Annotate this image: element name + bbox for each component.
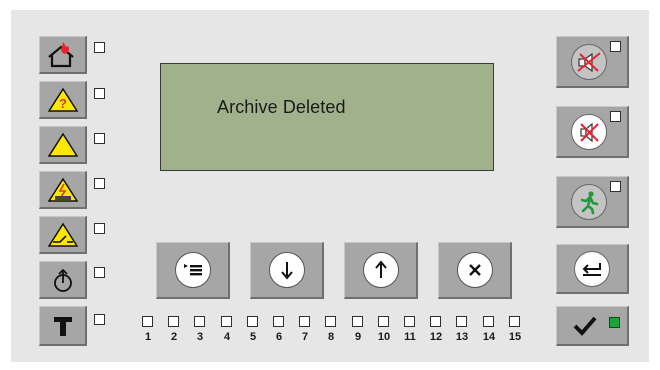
zone-led	[142, 316, 153, 327]
zone-number: 3	[196, 331, 204, 343]
zone-led	[168, 316, 179, 327]
zone-number: 11	[404, 331, 416, 343]
fire-alarm-icon	[47, 41, 74, 67]
zone-number: 15	[508, 331, 522, 343]
menu-icon	[174, 252, 211, 288]
power-icon	[53, 268, 72, 292]
close-icon	[456, 252, 493, 288]
test-icon	[53, 316, 72, 336]
zone-led	[509, 316, 520, 327]
zone-number: 8	[327, 331, 335, 343]
power-led	[94, 267, 105, 278]
svg-text:?: ?	[59, 96, 67, 111]
zone-led	[273, 316, 284, 327]
zone-led	[456, 316, 467, 327]
power-fault-indicator[interactable]	[39, 171, 87, 209]
zone-number: 7	[301, 331, 309, 343]
zone-led	[483, 316, 494, 327]
zone-number: 6	[275, 331, 283, 343]
prealarm-icon: ?	[47, 87, 78, 112]
zone-led	[299, 316, 310, 327]
confirm-led	[609, 317, 620, 328]
cancel-button[interactable]	[438, 242, 512, 299]
zone-number: 10	[377, 331, 391, 343]
zone-led	[352, 316, 363, 327]
arrow-up-icon	[362, 252, 399, 288]
zone-led	[430, 316, 441, 327]
zone-number: 2	[170, 331, 178, 343]
power-indicator[interactable]	[39, 261, 87, 299]
zone-led	[404, 316, 415, 327]
sounder-off-icon	[571, 43, 607, 80]
zone-led	[194, 316, 205, 327]
zone-number: 14	[482, 331, 496, 343]
silence-buzzer-led	[610, 111, 621, 122]
zone-led	[325, 316, 336, 327]
disablement-icon	[47, 222, 78, 247]
zone-number: 4	[223, 331, 231, 343]
back-button[interactable]	[556, 244, 629, 294]
fault-icon	[47, 132, 78, 157]
test-led	[94, 314, 105, 325]
zone-led	[247, 316, 258, 327]
power-fault-led	[94, 178, 105, 189]
prealarm-led	[94, 88, 105, 99]
arrow-down-icon	[268, 252, 305, 288]
zone-number: 12	[429, 331, 443, 343]
prealarm-indicator[interactable]: ?	[39, 81, 87, 119]
emergency-exit-icon	[571, 183, 607, 220]
fault-indicator[interactable]	[39, 126, 87, 164]
zone-number: 1	[144, 331, 152, 343]
evacuate-led	[610, 181, 621, 192]
lcd-message: Archive Deleted	[217, 97, 346, 117]
buzzer-off-icon	[571, 113, 607, 150]
checkmark-icon	[573, 316, 597, 336]
fire-alarm-led	[94, 42, 105, 53]
menu-button[interactable]	[156, 242, 230, 299]
fire-alarm-indicator[interactable]	[39, 36, 87, 74]
up-button[interactable]	[344, 242, 418, 299]
disablement-indicator[interactable]	[39, 216, 87, 254]
zone-number: 13	[455, 331, 469, 343]
zone-led	[378, 316, 389, 327]
fault-led	[94, 133, 105, 144]
disablement-led	[94, 223, 105, 234]
zone-number: 9	[354, 331, 362, 343]
power-fault-icon	[47, 177, 78, 202]
silence-sounder-led	[610, 41, 621, 52]
test-indicator[interactable]	[39, 306, 87, 346]
lcd-display: Archive Deleted	[160, 63, 494, 171]
return-icon	[574, 250, 610, 287]
zone-led	[221, 316, 232, 327]
zone-number: 5	[249, 331, 257, 343]
down-button[interactable]	[250, 242, 324, 299]
